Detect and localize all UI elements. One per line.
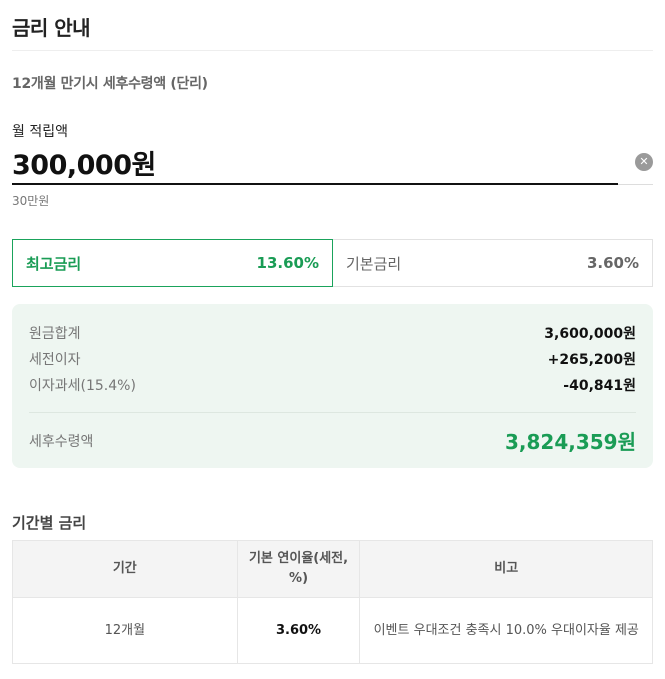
summary-row-pretax-interest: 세전이자 +265,200원 — [29, 349, 636, 369]
amount-hint: 30만원 — [12, 194, 50, 208]
tab-max-rate-label: 최고금리 — [26, 254, 82, 273]
tab-base-rate-value: 3.60% — [586, 254, 639, 272]
tab-base-rate-label: 기본금리 — [346, 254, 402, 273]
column-header-note: 비고 — [359, 540, 653, 598]
monthly-amount-label: 월 적립액 — [12, 124, 68, 140]
summary-row-label: 원금합계 — [29, 326, 81, 342]
tab-max-rate-value: 13.60% — [256, 254, 319, 272]
summary-row-label: 세전이자 — [29, 352, 81, 368]
rates-table: 기간 기본 연이율(세전, %) 비고 12개월 3.60% 이벤트 우대조건 … — [12, 540, 653, 664]
summary-row-label: 이자과세(15.4%) — [29, 378, 136, 394]
table-header-row: 기간 기본 연이율(세전, %) 비고 — [12, 540, 653, 598]
summary-row-value: +265,200원 — [547, 352, 636, 368]
summary-box: 원금합계 3,600,000원 세전이자 +265,200원 이자과세(15.4… — [12, 304, 653, 468]
rates-section-title: 기간별 금리 — [12, 514, 87, 532]
summary-total-row: 세후수령액 3,824,359원 — [29, 426, 636, 455]
cell-base-rate: 3.60% — [236, 597, 361, 664]
monthly-amount-input[interactable]: 300,000원 — [12, 143, 156, 182]
summary-row-value: 3,600,000원 — [544, 326, 636, 342]
column-header-base-rate: 기본 연이율(세전, %) — [236, 540, 361, 598]
summary-total-value: 3,824,359원 — [504, 430, 636, 454]
cell-note: 이벤트 우대조건 충족시 10.0% 우대이자율 제공 — [359, 597, 653, 664]
maturity-subtitle: 12개월 만기시 세후수령액 (단리) — [12, 76, 208, 92]
summary-row-value: -40,841원 — [563, 378, 636, 394]
table-row: 12개월 3.60% 이벤트 우대조건 충족시 10.0% 우대이자율 제공 — [12, 597, 653, 664]
tab-max-rate[interactable]: 최고금리 13.60% — [12, 239, 333, 287]
summary-row-interest-tax: 이자과세(15.4%) -40,841원 — [29, 375, 636, 395]
summary-divider — [29, 412, 636, 413]
summary-row-principal: 원금합계 3,600,000원 — [29, 323, 636, 343]
amount-input-underline-rest — [618, 184, 653, 185]
cell-period: 12개월 — [12, 597, 238, 664]
summary-total-label: 세후수령액 — [29, 433, 94, 450]
column-header-period: 기간 — [12, 540, 238, 598]
title-divider — [12, 50, 653, 51]
page-title: 금리 안내 — [12, 16, 91, 40]
clear-icon[interactable]: ✕ — [635, 153, 653, 171]
tab-base-rate[interactable]: 기본금리 3.60% — [333, 239, 653, 287]
amount-input-underline — [12, 183, 618, 185]
